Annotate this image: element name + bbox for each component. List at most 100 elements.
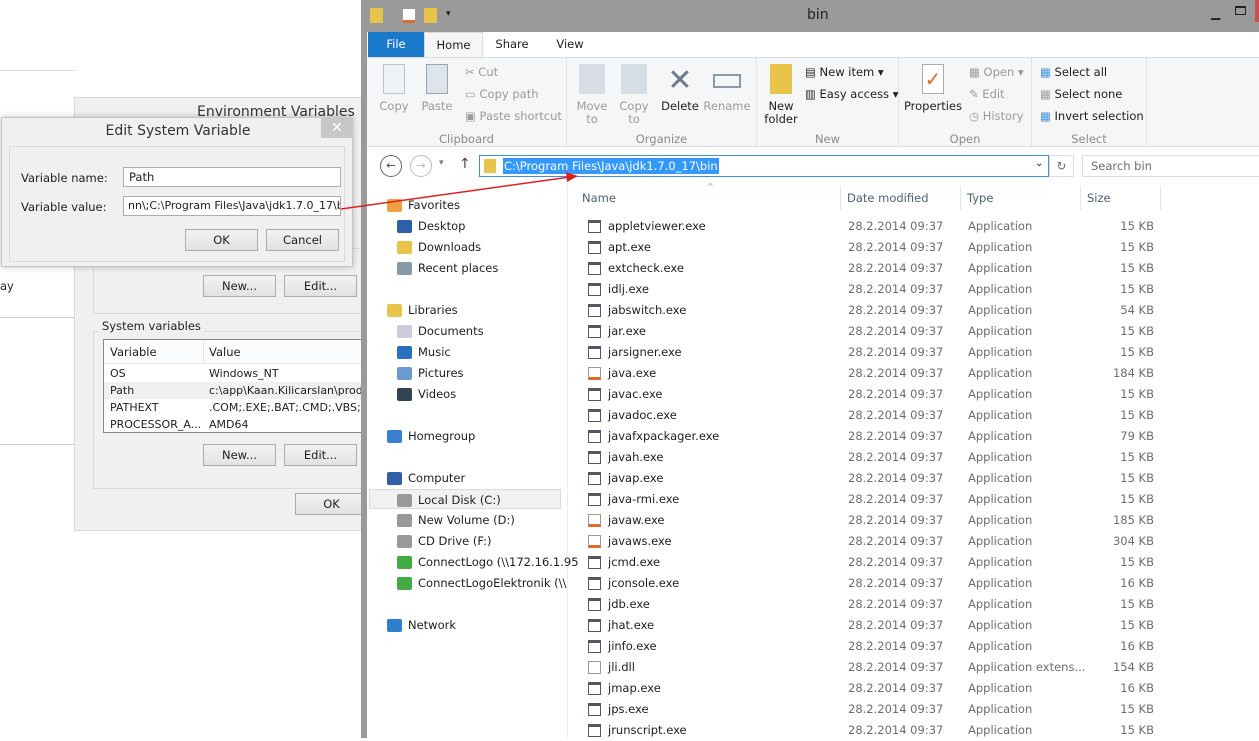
file-row[interactable]: jcmd.exe 28.2.2014 09:37 Application 15 …	[582, 552, 1162, 573]
copy-button[interactable]: Copy	[377, 64, 411, 113]
nav-item[interactable]: Local Disk (C:)	[369, 489, 561, 509]
file-row[interactable]: jhat.exe 28.2.2014 09:37 Application 15 …	[582, 615, 1162, 636]
maximize-icon[interactable]	[1235, 6, 1246, 15]
file-row[interactable]: javaws.exe 28.2.2014 09:37 Application 3…	[582, 531, 1162, 552]
tab-view[interactable]: View	[545, 32, 595, 57]
column-type[interactable]: Type	[961, 186, 1081, 210]
minimize-icon[interactable]: ▁	[1211, 6, 1220, 20]
file-row[interactable]: jinfo.exe 28.2.2014 09:37 Application 16…	[582, 636, 1162, 657]
cut-button[interactable]: ✂ Cut	[465, 65, 498, 79]
file-row[interactable]: javadoc.exe 28.2.2014 09:37 Application …	[582, 405, 1162, 426]
select-none-button[interactable]: ▦ Select none	[1040, 87, 1122, 101]
cancel-button[interactable]: Cancel	[266, 229, 339, 251]
history-button[interactable]: ◷ History	[969, 109, 1024, 123]
file-row[interactable]: extcheck.exe 28.2.2014 09:37 Application…	[582, 258, 1162, 279]
column-variable[interactable]: Variable	[110, 345, 157, 359]
file-row[interactable]: jar.exe 28.2.2014 09:37 Application 15 K…	[582, 321, 1162, 342]
nav-item[interactable]: Computer	[387, 468, 567, 488]
file-row[interactable]: jdb.exe 28.2.2014 09:37 Application 15 K…	[582, 594, 1162, 615]
variable-name-input[interactable]: Path	[123, 167, 341, 187]
nav-item[interactable]: ConnectLogo (\\172.16.1.95	[397, 552, 579, 572]
nav-item[interactable]: Documents	[397, 321, 567, 341]
properties-button[interactable]: ✓ Properties	[903, 64, 963, 113]
address-dropdown-icon[interactable]: ⌄	[1035, 158, 1043, 169]
nav-item[interactable]: Homegroup	[387, 426, 567, 446]
nav-item[interactable]: Videos	[397, 384, 567, 404]
address-text[interactable]: C:\Program Files\Java\jdk1.7.0_17\bin	[503, 158, 719, 174]
delete-button[interactable]: ✕ Delete	[660, 64, 700, 113]
nav-item[interactable]: ConnectLogoElektronik (\\	[397, 573, 567, 593]
tab-file[interactable]: File	[368, 32, 424, 57]
nav-item[interactable]: CD Drive (F:)	[397, 531, 567, 551]
easy-access-button[interactable]: ▥ Easy access ▾	[805, 87, 899, 101]
env-ok-button[interactable]: OK	[295, 493, 368, 515]
user-new-button[interactable]: New...	[203, 275, 276, 297]
recent-locations-icon[interactable]: ▾	[439, 158, 444, 168]
file-row[interactable]: javap.exe 28.2.2014 09:37 Application 15…	[582, 468, 1162, 489]
user-edit-button[interactable]: Edit...	[284, 275, 357, 297]
rename-button[interactable]: Rename	[703, 64, 751, 113]
ok-button[interactable]: OK	[185, 229, 258, 251]
paste-shortcut-button[interactable]: ▣ Paste shortcut	[465, 109, 562, 123]
new-folder-button[interactable]: New folder	[761, 64, 801, 126]
copy-to-button[interactable]: Copy to	[614, 64, 654, 126]
close-button[interactable]	[1255, 0, 1259, 22]
column-size[interactable]: Size	[1081, 186, 1161, 210]
customize-toolbar-icon[interactable]: ▾	[446, 9, 451, 19]
env-variable-row[interactable]: OS Windows_NT	[104, 365, 372, 382]
file-row[interactable]: javah.exe 28.2.2014 09:37 Application 15…	[582, 447, 1162, 468]
move-to-button[interactable]: Move to	[572, 64, 612, 126]
file-row[interactable]: jli.dll 28.2.2014 09:37 Application exte…	[582, 657, 1162, 678]
file-row[interactable]: apt.exe 28.2.2014 09:37 Application 15 K…	[582, 237, 1162, 258]
back-button[interactable]: ←	[380, 155, 402, 177]
file-row[interactable]: java-rmi.exe 28.2.2014 09:37 Application…	[582, 489, 1162, 510]
column-date-modified[interactable]: Date modified	[841, 186, 961, 210]
variable-value-input[interactable]: nn\;C:\Program Files\Java\jdk1.7.0_17\bi…	[123, 196, 341, 216]
invert-selection-button[interactable]: ▦ Invert selection	[1040, 109, 1144, 123]
nav-item[interactable]: Network	[387, 615, 567, 635]
file-row[interactable]: javafxpackager.exe 28.2.2014 09:37 Appli…	[582, 426, 1162, 447]
nav-item[interactable]: Downloads	[397, 237, 567, 257]
nav-item[interactable]: New Volume (D:)	[397, 510, 567, 530]
forward-button[interactable]: →	[410, 155, 432, 177]
paste-button[interactable]: Paste	[419, 64, 455, 113]
properties-quick-icon[interactable]	[403, 9, 415, 23]
file-row[interactable]: javaw.exe 28.2.2014 09:37 Application 18…	[582, 510, 1162, 531]
file-row[interactable]: appletviewer.exe 28.2.2014 09:37 Applica…	[582, 216, 1162, 237]
nav-item[interactable]: Recent places	[397, 258, 567, 278]
copy-path-button[interactable]: ▭ Copy path	[465, 87, 539, 101]
system-variables-table[interactable]: Variable Value OS Windows_NT Path c:\app\Ka…	[103, 339, 373, 433]
address-bar[interactable]: C:\Program Files\Java\jdk1.7.0_17\bin ⌄	[479, 155, 1049, 177]
system-new-button[interactable]: New...	[203, 444, 276, 466]
nav-item[interactable]: Desktop	[397, 216, 567, 236]
file-row[interactable]: java.exe 28.2.2014 09:37 Application 184…	[582, 363, 1162, 384]
file-row[interactable]: jarsigner.exe 28.2.2014 09:37 Applicatio…	[582, 342, 1162, 363]
select-all-button[interactable]: ▦ Select all	[1040, 65, 1107, 79]
nav-item[interactable]: Pictures	[397, 363, 567, 383]
env-variable-row[interactable]: PATHEXT .COM;.EXE;.BAT;.CMD;.VBS;.VI	[104, 399, 372, 416]
tab-home[interactable]: Home	[424, 32, 483, 57]
search-input[interactable]: Search bin	[1082, 155, 1259, 177]
easy-access-icon: ▥	[805, 87, 820, 101]
tab-share[interactable]: Share	[487, 32, 537, 57]
nav-item[interactable]: Favorites	[387, 195, 567, 215]
env-variable-row[interactable]: PROCESSOR_A... AMD64	[104, 416, 372, 432]
new-item-button[interactable]: ▤ New item ▾	[805, 65, 884, 79]
file-row[interactable]: idlj.exe 28.2.2014 09:37 Application 15 …	[582, 279, 1162, 300]
open-button[interactable]: ▦ Open ▾	[969, 65, 1024, 79]
nav-item[interactable]: Libraries	[387, 300, 567, 320]
file-row[interactable]: javac.exe 28.2.2014 09:37 Application 15…	[582, 384, 1162, 405]
up-arrow-icon[interactable]: ↑	[459, 156, 471, 172]
column-value[interactable]: Value	[209, 345, 241, 359]
file-row[interactable]: jps.exe 28.2.2014 09:37 Application 15 K…	[582, 699, 1162, 720]
file-row[interactable]: jabswitch.exe 28.2.2014 09:37 Applicatio…	[582, 300, 1162, 321]
env-variable-row[interactable]: Path c:\app\Kaan.Kilicarslan\product	[104, 382, 372, 399]
file-row[interactable]: jmap.exe 28.2.2014 09:37 Application 16 …	[582, 678, 1162, 699]
refresh-button[interactable]: ↻	[1049, 155, 1074, 177]
file-row[interactable]: jconsole.exe 28.2.2014 09:37 Application…	[582, 573, 1162, 594]
edit-button[interactable]: ✎ Edit	[969, 87, 1005, 101]
new-folder-quick-icon[interactable]	[424, 8, 437, 23]
close-button[interactable]: ✕	[321, 118, 353, 138]
nav-item[interactable]: Music	[397, 342, 567, 362]
system-edit-button[interactable]: Edit...	[284, 444, 357, 466]
